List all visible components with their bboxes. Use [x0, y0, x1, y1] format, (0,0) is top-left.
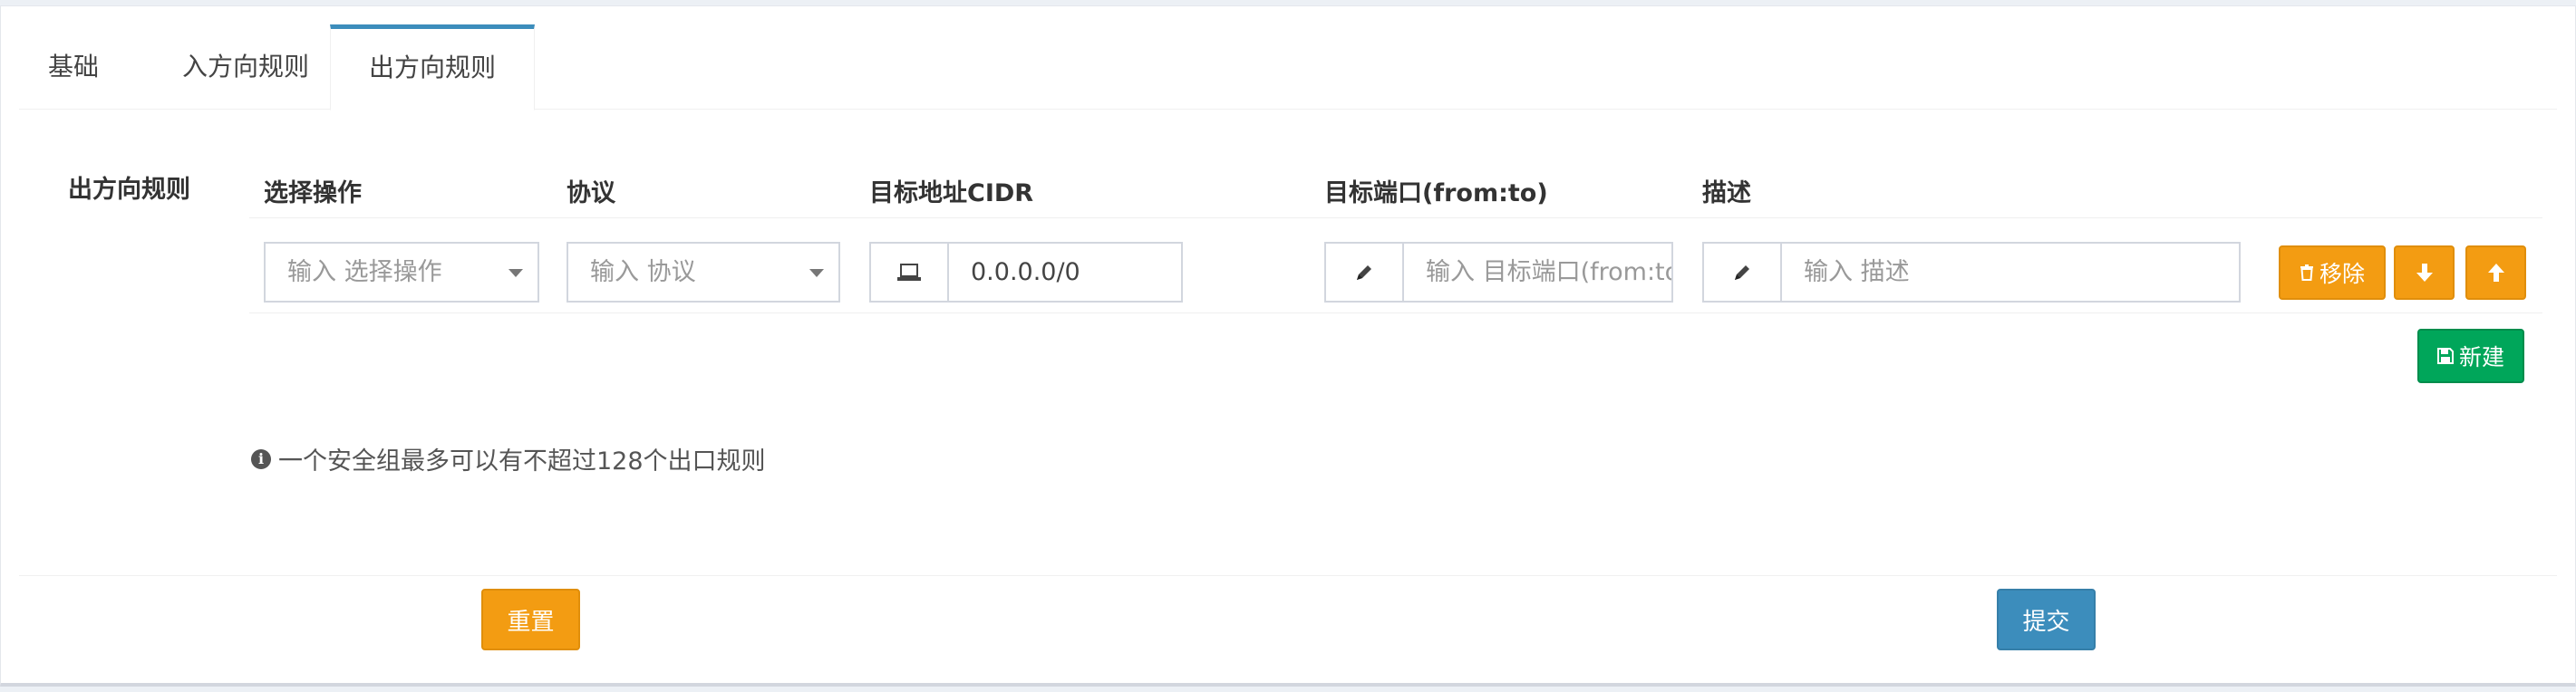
tab-basic[interactable]: 基础 [19, 24, 128, 110]
cidr-input[interactable]: 0.0.0.0/0 [949, 242, 1183, 303]
move-down-button[interactable] [2394, 245, 2455, 300]
action-select[interactable]: 输入 选择操作 [264, 242, 539, 303]
laptop-icon [869, 242, 949, 303]
protocol-select-placeholder: 输入 协议 [590, 258, 696, 286]
new-rule-button[interactable]: 新建 [2417, 329, 2524, 383]
tab-bar: 基础 入方向规则 出方向规则 [19, 24, 2557, 111]
protocol-select[interactable]: 输入 协议 [567, 242, 840, 303]
tab-outbound-rules[interactable]: 出方向规则 [330, 24, 535, 111]
chevron-down-icon [508, 269, 523, 277]
column-header-action: 选择操作 [264, 179, 362, 207]
save-icon [2436, 348, 2454, 364]
move-up-button[interactable] [2465, 245, 2526, 300]
footer-divider [19, 575, 2557, 576]
new-rule-button-label: 新建 [2458, 344, 2504, 370]
reset-button[interactable]: 重置 [481, 589, 580, 650]
action-select-placeholder: 输入 选择操作 [287, 258, 442, 286]
submit-button[interactable]: 提交 [1997, 589, 2096, 650]
arrow-up-icon [2487, 264, 2504, 282]
column-header-protocol: 协议 [567, 179, 615, 207]
pencil-icon [1702, 242, 1782, 303]
row-divider-bottom [249, 312, 2542, 313]
remove-button[interactable]: 移除 [2279, 245, 2386, 300]
arrow-down-icon [2416, 264, 2433, 282]
chevron-down-icon [809, 269, 824, 277]
description-input[interactable]: 输入 描述 [1782, 242, 2241, 303]
port-input[interactable]: 输入 目标端口(from:to) [1404, 242, 1673, 303]
pencil-icon [1324, 242, 1404, 303]
outbound-rules-label: 出方向规则 [68, 176, 190, 204]
column-header-cidr: 目标地址CIDR [869, 179, 1034, 207]
outbound-rule-limit-note: i 一个安全组最多可以有不超过128个出口规则 [251, 441, 766, 476]
info-icon: i [251, 448, 271, 469]
trash-icon [2300, 264, 2314, 281]
tab-inbound-rules[interactable]: 入方向规则 [146, 24, 345, 110]
security-group-form-panel: 基础 入方向规则 出方向规则 出方向规则 选择操作 协议 目标地址CIDR 目标… [0, 5, 2576, 687]
note-text: 一个安全组最多可以有不超过128个出口规则 [278, 447, 766, 476]
row-divider-top [249, 217, 2542, 218]
column-header-description: 描述 [1702, 179, 1751, 207]
remove-button-label: 移除 [2319, 261, 2365, 287]
column-header-port: 目标端口(from:to) [1324, 179, 1548, 207]
